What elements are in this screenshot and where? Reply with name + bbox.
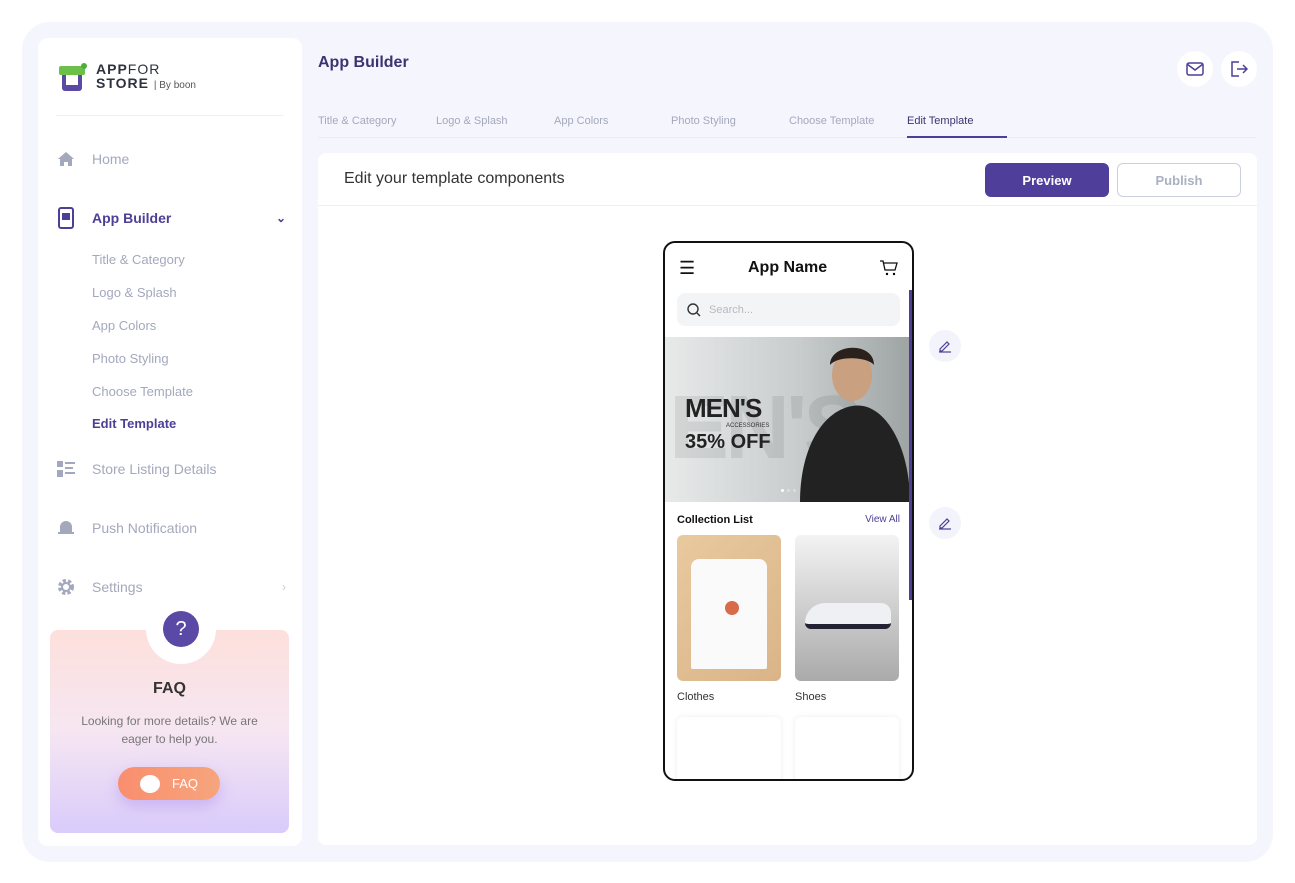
- faq-text: Looking for more details? We are eager t…: [81, 714, 258, 746]
- view-all-link[interactable]: View All: [865, 514, 900, 526]
- model-photo: [800, 347, 910, 502]
- sidebar-subitem-logo-splash[interactable]: Logo & Splash: [92, 285, 177, 300]
- tab-edit-template[interactable]: Edit Template: [907, 115, 1007, 138]
- banner-image[interactable]: EN'S MEN'S ACCESSORIES 35% OFF: [665, 337, 910, 502]
- publish-button[interactable]: Publish: [1117, 163, 1241, 197]
- tab-photo-styling[interactable]: Photo Styling: [671, 115, 736, 138]
- home-icon: [56, 149, 76, 169]
- carousel-dots[interactable]: [781, 489, 796, 492]
- sidebar-item-label: Store Listing Details: [92, 461, 217, 477]
- logo[interactable]: APPFOR STORE | By boon: [58, 62, 196, 93]
- section-heading: Edit your template components: [344, 170, 565, 187]
- step-tabs: Title & Category Logo & Splash App Color…: [318, 110, 1256, 138]
- phone-preview: ☰ App Name Search... EN'S MEN'S ACCESSOR…: [663, 241, 914, 781]
- collection-label: Clothes: [677, 691, 715, 703]
- sidebar-item-label: Push Notification: [92, 520, 198, 536]
- banner-subtitle: ACCESSORIES: [726, 423, 770, 429]
- faq-button[interactable]: FAQ: [118, 767, 220, 800]
- collection-title: Collection List: [677, 514, 753, 526]
- list-icon: [56, 459, 76, 479]
- sidebar-item-label: Settings: [92, 579, 143, 595]
- faq-title: FAQ: [153, 680, 186, 697]
- brand-by: By boon: [159, 80, 196, 91]
- search-input[interactable]: Search...: [677, 293, 900, 326]
- tab-app-colors[interactable]: App Colors: [554, 115, 608, 138]
- sidebar-subitem-edit-template[interactable]: Edit Template: [92, 416, 176, 431]
- sidebar-item-settings[interactable]: Settings ›: [56, 577, 286, 597]
- question-icon: ?: [163, 611, 199, 647]
- collection-card-clothes[interactable]: [677, 535, 781, 681]
- sidebar-item-push-notification[interactable]: Push Notification: [56, 518, 286, 538]
- sidebar-subitem-choose-template[interactable]: Choose Template: [92, 384, 193, 399]
- cart-icon[interactable]: [879, 260, 898, 276]
- logout-icon: [1231, 61, 1248, 77]
- faq-card: ? FAQ Looking for more details? We are e…: [50, 594, 289, 833]
- sidebar-item-label: App Builder: [92, 210, 172, 226]
- sidebar-subitem-app-colors[interactable]: App Colors: [92, 318, 156, 333]
- edit-banner-button[interactable]: [929, 330, 961, 362]
- sidebar-item-store-listing[interactable]: Store Listing Details: [56, 459, 286, 479]
- app-builder-icon: [56, 207, 76, 229]
- banner-title: MEN'S: [685, 393, 762, 423]
- scrollbar[interactable]: [909, 290, 912, 600]
- sidebar-subitem-photo-styling[interactable]: Photo Styling: [92, 351, 169, 366]
- sidebar-subitem-title-category[interactable]: Title & Category: [92, 252, 185, 267]
- bell-icon: [56, 518, 76, 538]
- brand-text-store: STORE: [96, 75, 149, 91]
- search-placeholder: Search...: [709, 303, 754, 316]
- editor-panel: Edit your template components Preview Pu…: [318, 153, 1257, 845]
- pencil-icon: [939, 341, 951, 353]
- banner-offer: 35% OFF: [685, 431, 771, 453]
- collection-card-shoes[interactable]: [795, 535, 899, 681]
- app-name: App Name: [748, 259, 828, 276]
- preview-button[interactable]: Preview: [985, 163, 1109, 197]
- search-icon: [687, 302, 701, 316]
- faq-button-label: FAQ: [171, 776, 198, 791]
- page-title: App Builder: [318, 54, 409, 71]
- collection-card-placeholder[interactable]: [795, 717, 899, 779]
- tab-logo-splash[interactable]: Logo & Splash: [436, 115, 508, 138]
- chat-icon: [139, 774, 160, 793]
- sidebar-item-home[interactable]: Home: [56, 149, 286, 169]
- edit-collection-button[interactable]: [929, 507, 961, 539]
- tab-title-category[interactable]: Title & Category: [318, 115, 396, 138]
- gear-icon: [56, 577, 76, 597]
- divider: [56, 115, 284, 116]
- mail-icon: [1186, 62, 1204, 76]
- sidebar: APPFOR STORE | By boon Home App Builder ⌄ …: [38, 38, 302, 846]
- pencil-icon: [939, 518, 951, 530]
- tab-choose-template[interactable]: Choose Template: [789, 115, 874, 138]
- faq-badge: ?: [146, 594, 216, 664]
- hamburger-icon[interactable]: ☰: [679, 258, 695, 279]
- logout-button[interactable]: [1221, 51, 1257, 87]
- mail-button[interactable]: [1177, 51, 1213, 87]
- chevron-down-icon[interactable]: ⌄: [276, 211, 286, 225]
- sidebar-item-label: Home: [92, 151, 130, 167]
- store-logo-icon: [59, 62, 87, 91]
- collection-card-placeholder[interactable]: [677, 717, 781, 779]
- collection-label: Shoes: [795, 691, 827, 703]
- chevron-right-icon: ›: [282, 580, 286, 594]
- sidebar-item-app-builder[interactable]: App Builder ⌄: [56, 207, 286, 229]
